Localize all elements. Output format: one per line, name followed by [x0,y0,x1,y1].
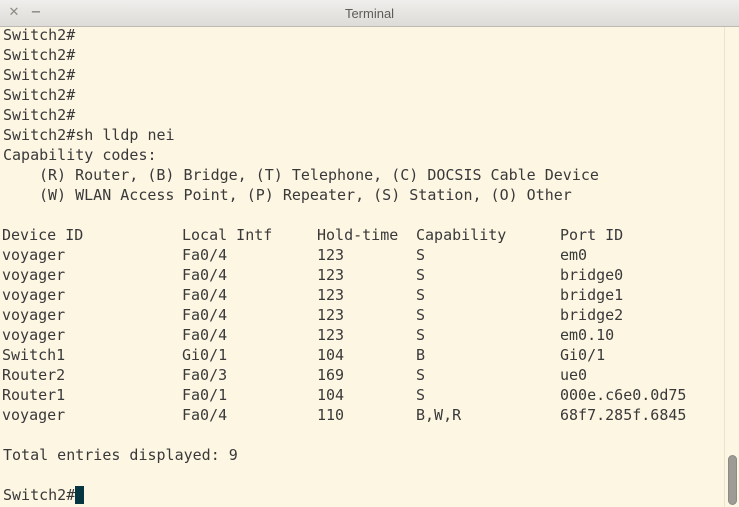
cell-device-id: voyager [2,246,66,264]
window-title: Terminal [344,6,395,21]
header-capability: Capability [416,226,507,244]
table-row: voyager Fa0/4 123 S bridge0 [0,265,724,285]
terminal-output[interactable]: Switch2# Switch2# Switch2# Switch2# Swit… [0,27,724,507]
table-row: voyager Fa0/4 123 S em0 [0,245,724,265]
cell-local-intf: Fa0/4 [182,246,228,264]
terminal-window: ✕ − Terminal Switch2# Switch2# Switch2# … [0,0,739,507]
header-hold-time: Hold-time [317,226,399,244]
cell-local-intf: Gi0/1 [182,346,228,364]
cell-capability: S [416,306,426,324]
cell-capability: S [416,366,426,384]
title-bar: ✕ − Terminal [0,0,739,27]
prompt-line: Switch2# [3,86,76,104]
cell-hold-time: 123 [317,306,345,324]
cell-device-id: voyager [2,266,66,284]
scrollbar-thumb[interactable] [728,455,737,505]
cell-capability: B [416,346,426,364]
table-header: Device ID Local Intf Hold-time Capabilit… [0,225,724,245]
cell-hold-time: 169 [317,366,345,384]
cell-port-id: Gi0/1 [560,346,606,364]
active-prompt-line[interactable]: Switch2# [0,485,724,505]
table-row: voyager Fa0/4 123 S bridge2 [0,305,724,325]
cell-port-id: em0.10 [560,326,615,344]
table-row: voyager Fa0/4 110 B,W,R 68f7.285f.6845 [0,405,724,425]
cell-hold-time: 104 [317,346,345,364]
prompt-line: Switch2# [3,27,76,44]
cell-port-id: em0 [560,246,588,264]
vertical-scrollbar[interactable] [724,27,739,507]
table-row: Router2 Fa0/3 169 S ue0 [0,365,724,385]
cell-port-id: 000e.c6e0.0d75 [560,386,687,404]
cell-local-intf: Fa0/4 [182,326,228,344]
header-device-id: Device ID [2,226,84,244]
cell-capability: S [416,326,426,344]
prompt-line: Switch2# [3,46,76,64]
cell-local-intf: Fa0/1 [182,386,228,404]
cell-local-intf: Fa0/4 [182,406,228,424]
total-entries-line: Total entries displayed: 9 [3,446,238,464]
cell-hold-time: 123 [317,286,345,304]
cell-capability: S [416,386,426,404]
cell-port-id: bridge1 [560,286,624,304]
cell-hold-time: 104 [317,386,345,404]
cell-hold-time: 123 [317,246,345,264]
header-port-id: Port ID [560,226,624,244]
table-row: voyager Fa0/4 123 S em0.10 [0,325,724,345]
cell-capability: S [416,246,426,264]
cell-local-intf: Fa0/3 [182,366,228,384]
cell-capability: S [416,286,426,304]
active-prompt: Switch2# [3,486,76,504]
capability-codes-line: (W) WLAN Access Point, (P) Repeater, (S)… [39,186,572,204]
cell-device-id: voyager [2,326,66,344]
table-row: Router1 Fa0/1 104 S 000e.c6e0.0d75 [0,385,724,405]
prompt-line: Switch2# [3,106,76,124]
cell-port-id: 68f7.285f.6845 [560,406,687,424]
cell-device-id: voyager [2,306,66,324]
capability-codes-line: (R) Router, (B) Bridge, (T) Telephone, (… [39,166,599,184]
capability-heading: Capability codes: [3,146,157,164]
cell-capability: S [416,266,426,284]
cell-local-intf: Fa0/4 [182,306,228,324]
table-row: voyager Fa0/4 123 S bridge1 [0,285,724,305]
cell-hold-time: 110 [317,406,345,424]
cell-device-id: Router2 [2,366,66,384]
cell-port-id: bridge2 [560,306,624,324]
cell-hold-time: 123 [317,326,345,344]
header-local-intf: Local Intf [182,226,273,244]
cell-capability: B,W,R [416,406,462,424]
cell-port-id: ue0 [560,366,588,384]
cell-local-intf: Fa0/4 [182,266,228,284]
cell-port-id: bridge0 [560,266,624,284]
command-line: Switch2#sh lldp nei [3,126,175,144]
text-cursor [75,486,85,504]
table-row: Switch1 Gi0/1 104 B Gi0/1 [0,345,724,365]
cell-device-id: voyager [2,286,66,304]
cell-local-intf: Fa0/4 [182,286,228,304]
cell-device-id: voyager [2,406,66,424]
prompt-line: Switch2# [3,66,76,84]
cell-hold-time: 123 [317,266,345,284]
cell-device-id: Switch1 [2,346,66,364]
cell-device-id: Router1 [2,386,66,404]
